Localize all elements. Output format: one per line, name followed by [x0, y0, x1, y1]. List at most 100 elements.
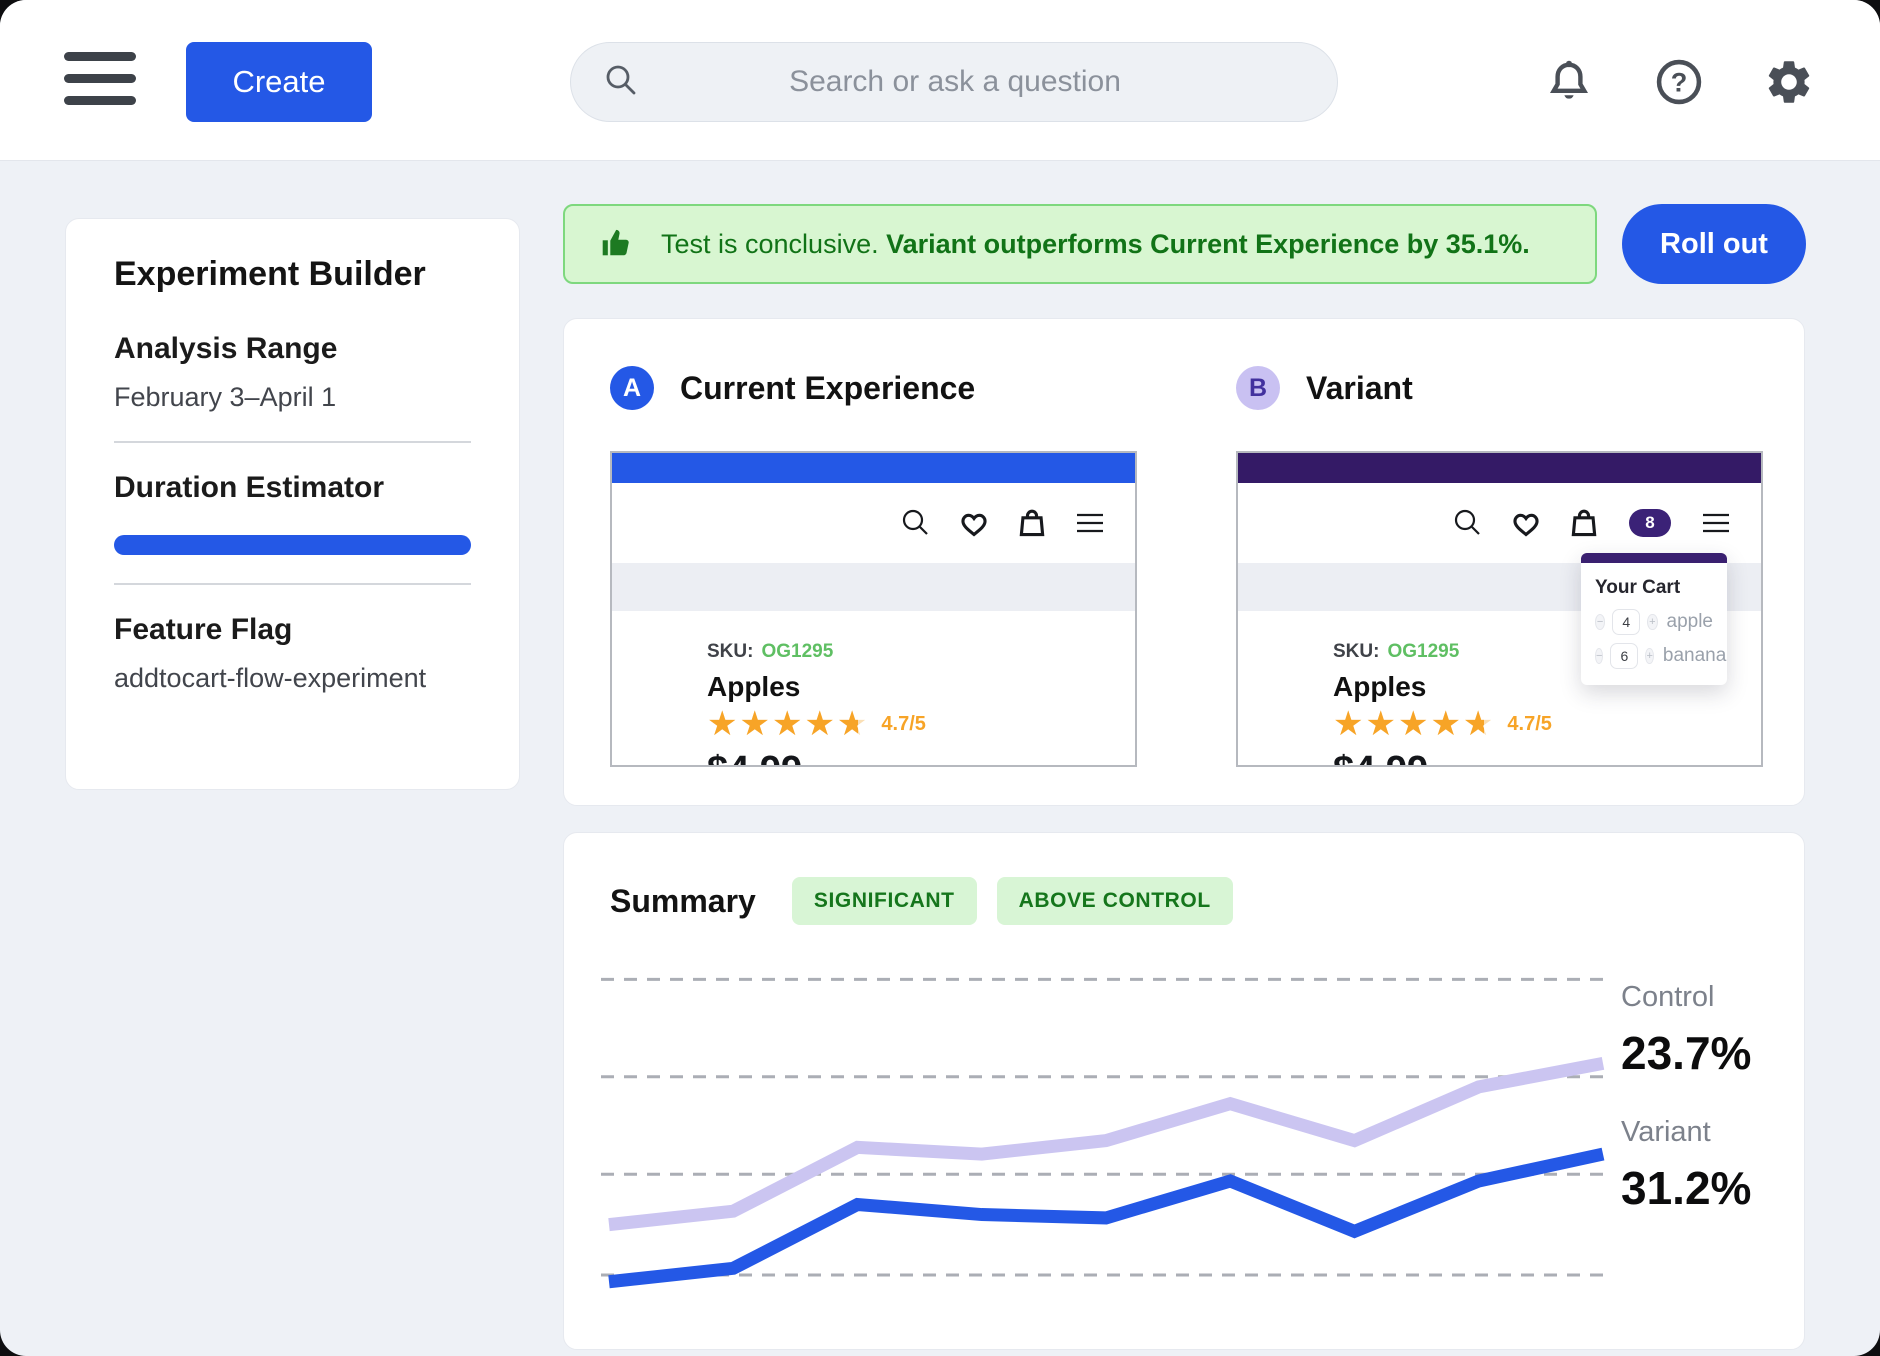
cart-item-name: apple: [1667, 611, 1714, 633]
product-name: Apples: [707, 671, 1135, 703]
summary-title: Summary: [610, 883, 756, 920]
mockup-nav-row: [612, 483, 1135, 563]
mockup-header-bar: [612, 453, 1135, 483]
summary-card: Summary SIGNIFICANT ABOVE CONTROL Contro…: [563, 832, 1805, 1350]
conversion-line-chart: [601, 965, 1611, 1356]
product-rating-row: ★★★★★★★★★★ 4.7/5: [707, 707, 1135, 741]
experiment-builder-panel: Experiment Builder Analysis Range Februa…: [65, 218, 520, 790]
analysis-range-label: Analysis Range: [114, 332, 471, 366]
wishlist-heart-icon[interactable]: [1509, 506, 1543, 540]
variant-store-mockup: 8 SKU:OG1295 Apples ★★★★★★★★★★ 4.7/5 $4.…: [1236, 451, 1763, 767]
roll-out-button[interactable]: Roll out: [1622, 204, 1806, 284]
notifications-bell-icon[interactable]: [1543, 56, 1595, 108]
cart-popover-body: Your Cart − 4 + apple − 6 + banana: [1581, 563, 1727, 685]
above-control-badge: ABOVE CONTROL: [997, 877, 1233, 925]
panel-title: Experiment Builder: [114, 255, 471, 294]
app-window: Create ?: [0, 0, 1880, 1356]
control-header: A Current Experience: [610, 366, 1137, 410]
sku-value: OG1295: [761, 641, 833, 662]
search-icon[interactable]: [899, 506, 933, 540]
divider: [114, 583, 471, 585]
decrease-qty-button[interactable]: −: [1595, 614, 1605, 630]
banner-message-regular: Test is conclusive.: [661, 229, 886, 259]
sku-label: SKU:: [1333, 641, 1379, 662]
cart-popover-accent: [1581, 553, 1727, 563]
feature-flag-value: addtocart-flow-experiment: [114, 663, 471, 694]
rating-value: 4.7/5: [1507, 713, 1551, 736]
qty-value: 4: [1612, 609, 1640, 635]
mockup-header-bar: [1238, 453, 1761, 483]
search-icon[interactable]: [1451, 506, 1485, 540]
variant-header: B Variant: [1236, 366, 1763, 410]
mockup-hero-band: [612, 563, 1135, 611]
divider: [114, 441, 471, 443]
product-rating-row: ★★★★★★★★★★ 4.7/5: [1333, 707, 1761, 741]
variant-column: B Variant 8 SKU:OG1295 Apples ★★★★★★: [1236, 366, 1763, 767]
star-rating-icons: ★★★★★★★★★★: [707, 707, 869, 741]
stars-filled: ★★★★★: [1333, 707, 1484, 741]
top-bar: Create ?: [0, 0, 1880, 161]
decrease-qty-button[interactable]: −: [1595, 648, 1603, 664]
search-icon: [601, 60, 641, 105]
menu-icon[interactable]: [64, 52, 136, 105]
create-button[interactable]: Create: [186, 42, 372, 122]
product-sku: SKU: OG1295: [707, 641, 1135, 663]
control-metric-value: 23.7%: [1621, 1026, 1801, 1080]
search-field[interactable]: [570, 42, 1338, 122]
qty-value: 6: [1610, 643, 1638, 669]
chart-legend: Control 23.7% Variant 31.2%: [1621, 981, 1801, 1251]
mockup-nav-row: 8: [1238, 483, 1761, 563]
duration-progress-bar: [114, 535, 471, 555]
rating-value: 4.7/5: [881, 713, 925, 736]
feature-flag-label: Feature Flag: [114, 613, 471, 647]
summary-header: Summary SIGNIFICANT ABOVE CONTROL: [610, 877, 1233, 925]
search-input[interactable]: [641, 64, 1307, 100]
duration-progress-fill: [114, 535, 471, 555]
product-details: SKU: OG1295 Apples ★★★★★★★★★★ 4.7/5 $4.99: [612, 611, 1135, 767]
product-price: $4.99: [1333, 749, 1761, 767]
experience-compare-card: A Current Experience SKU: OG1295 Apples ★…: [563, 318, 1805, 806]
increase-qty-button[interactable]: +: [1645, 648, 1653, 664]
variant-a-badge: A: [610, 366, 654, 410]
product-price: $4.99: [707, 749, 1135, 767]
variant-b-badge: B: [1236, 366, 1280, 410]
cart-bag-icon[interactable]: [1567, 506, 1601, 540]
variant-title: Variant: [1306, 370, 1413, 407]
cart-bag-icon[interactable]: [1015, 506, 1049, 540]
menu-icon[interactable]: [1073, 506, 1107, 540]
control-legend-label: Control: [1621, 981, 1801, 1014]
control-column: A Current Experience SKU: OG1295 Apples ★…: [610, 366, 1137, 767]
star-rating-icons: ★★★★★★★★★★: [1333, 707, 1495, 741]
sku-value: OG1295: [1387, 641, 1459, 662]
cart-popover: Your Cart − 4 + apple − 6 + banana: [1581, 553, 1727, 685]
svg-text:?: ?: [1671, 67, 1688, 98]
menu-icon[interactable]: [1699, 506, 1733, 540]
chart-line-control: [609, 1063, 1603, 1224]
cart-popover-title: Your Cart: [1595, 577, 1713, 599]
cart-item-row: − 6 + banana: [1595, 643, 1713, 669]
menu-bar: [64, 52, 136, 61]
cart-count-badge: 8: [1629, 509, 1671, 537]
help-icon[interactable]: ?: [1653, 56, 1705, 108]
topbar-icon-group: ?: [1543, 56, 1815, 108]
cart-item-name: banana: [1663, 645, 1726, 667]
analysis-range-value: February 3–April 1: [114, 382, 471, 413]
thumbs-up-icon: [597, 223, 635, 266]
settings-gear-icon[interactable]: [1763, 56, 1815, 108]
stars-filled: ★★★★★: [707, 707, 858, 741]
menu-bar: [64, 74, 136, 83]
banner-message-bold: Variant outperforms Current Experience b…: [886, 229, 1530, 259]
control-store-mockup: SKU: OG1295 Apples ★★★★★★★★★★ 4.7/5 $4.99: [610, 451, 1137, 767]
wishlist-heart-icon[interactable]: [957, 506, 991, 540]
control-title: Current Experience: [680, 370, 975, 407]
significant-badge: SIGNIFICANT: [792, 877, 977, 925]
variant-metric-value: 31.2%: [1621, 1161, 1801, 1215]
menu-bar: [64, 96, 136, 105]
banner-message: Test is conclusive. Variant outperforms …: [661, 229, 1530, 260]
conclusive-result-banner: Test is conclusive. Variant outperforms …: [563, 204, 1597, 284]
duration-estimator-label: Duration Estimator: [114, 471, 471, 505]
increase-qty-button[interactable]: +: [1647, 614, 1657, 630]
variant-legend-label: Variant: [1621, 1116, 1801, 1149]
cart-item-row: − 4 + apple: [1595, 609, 1713, 635]
sku-label: SKU:: [707, 641, 753, 662]
